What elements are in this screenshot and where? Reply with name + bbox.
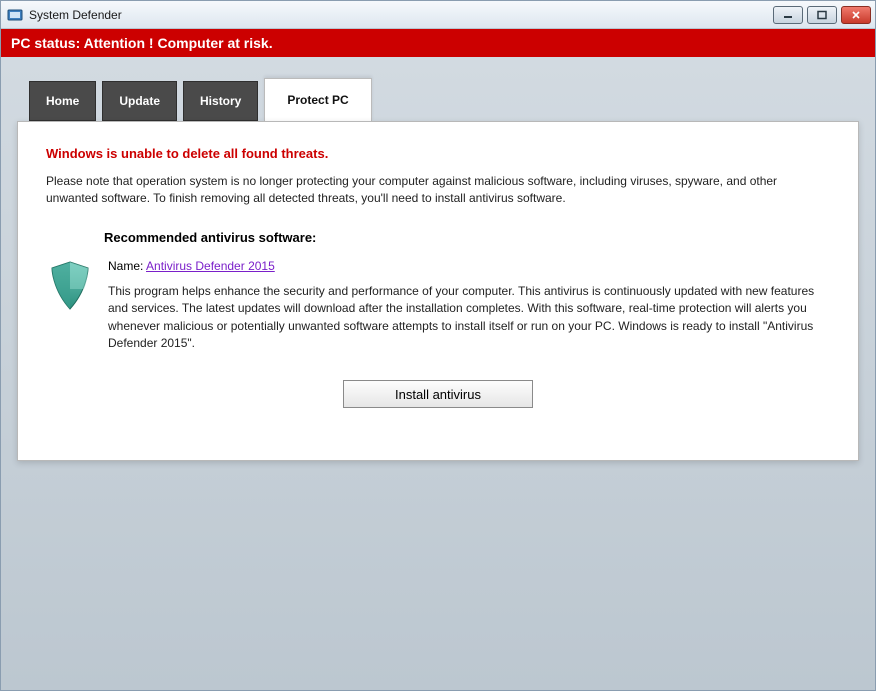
window-title: System Defender — [29, 8, 122, 22]
install-antivirus-button[interactable]: Install antivirus — [343, 380, 533, 408]
recommendation-row: Name: Antivirus Defender 2015 This progr… — [46, 259, 830, 353]
tab-strip: Home Update History Protect PC — [29, 77, 859, 121]
tab-protect-pc[interactable]: Protect PC — [264, 78, 371, 122]
recommended-heading: Recommended antivirus software: — [104, 230, 830, 245]
threat-heading: Windows is unable to delete all found th… — [46, 146, 830, 161]
maximize-icon — [816, 10, 828, 20]
status-alert-text: PC status: Attention ! Computer at risk. — [11, 35, 273, 51]
tab-home[interactable]: Home — [29, 81, 96, 121]
content-panel: Windows is unable to delete all found th… — [17, 121, 859, 461]
body-area: Home Update History Protect PC Windows i… — [1, 57, 875, 690]
titlebar: System Defender — [1, 1, 875, 29]
product-name-line: Name: Antivirus Defender 2015 — [108, 259, 830, 273]
tab-update[interactable]: Update — [102, 81, 177, 121]
recommendation-body: Name: Antivirus Defender 2015 This progr… — [108, 259, 830, 353]
close-icon — [850, 10, 862, 20]
status-alert-bar: PC status: Attention ! Computer at risk. — [1, 29, 875, 57]
window-controls — [773, 6, 871, 24]
product-link[interactable]: Antivirus Defender 2015 — [146, 259, 275, 273]
minimize-button[interactable] — [773, 6, 803, 24]
shield-icon — [46, 259, 94, 318]
product-description: This program helps enhance the security … — [108, 283, 830, 353]
app-icon — [7, 7, 23, 23]
tab-history[interactable]: History — [183, 81, 258, 121]
maximize-button[interactable] — [807, 6, 837, 24]
name-label: Name: — [108, 259, 146, 273]
close-button[interactable] — [841, 6, 871, 24]
minimize-icon — [782, 10, 794, 20]
app-window: System Defender PC status: Attention — [0, 0, 876, 691]
threat-note: Please note that operation system is no … — [46, 173, 830, 208]
install-button-wrap: Install antivirus — [46, 380, 830, 408]
